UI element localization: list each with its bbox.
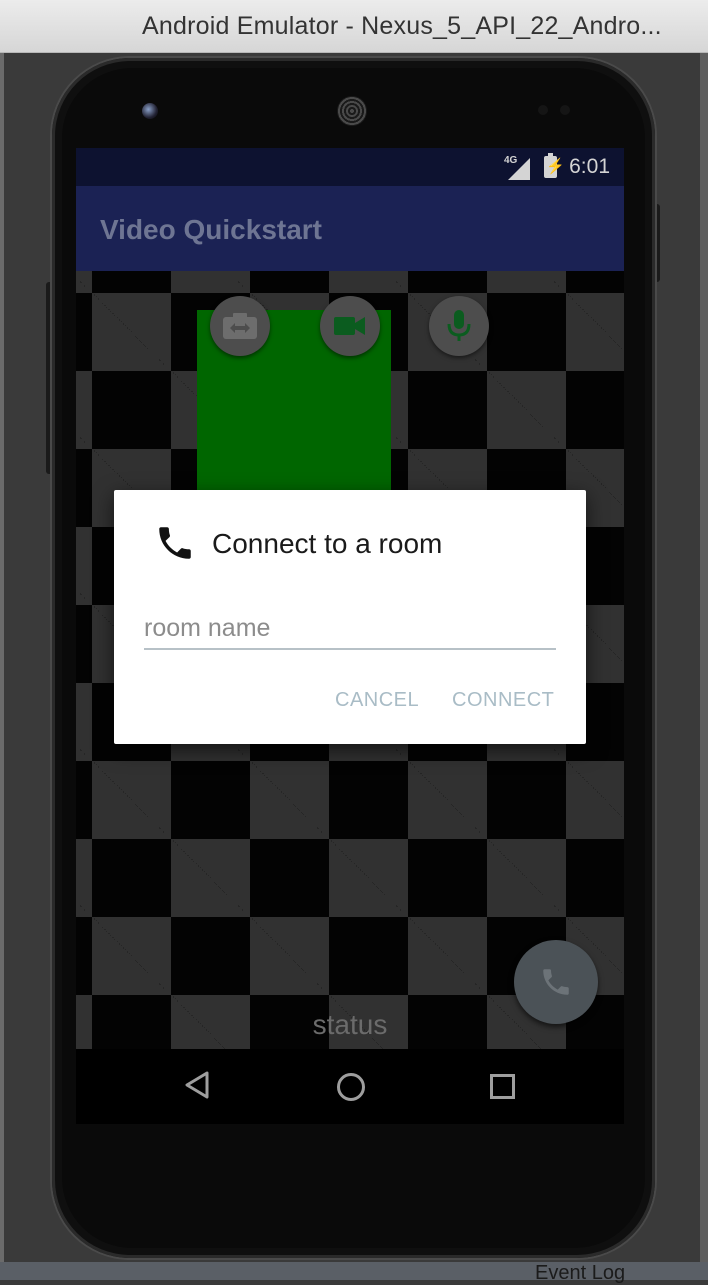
front-camera-lens bbox=[142, 103, 158, 119]
android-nav-bar bbox=[76, 1049, 624, 1124]
connect-button[interactable]: CONNECT bbox=[452, 689, 554, 712]
recent-apps-icon[interactable] bbox=[490, 1074, 515, 1099]
event-log-label[interactable]: Event Log bbox=[535, 1262, 625, 1285]
ide-right-edge bbox=[700, 53, 708, 1280]
switch-camera-button[interactable] bbox=[210, 296, 270, 356]
home-icon[interactable] bbox=[337, 1073, 365, 1101]
ide-left-edge bbox=[0, 53, 4, 1280]
call-action-button[interactable] bbox=[514, 940, 598, 1024]
emulator-title-bar: Android Emulator - Nexus_5_API_22_Andro.… bbox=[0, 0, 708, 53]
cancel-button[interactable]: CANCEL bbox=[335, 689, 419, 712]
connect-dialog: Connect to a room CANCEL CONNECT bbox=[114, 490, 586, 744]
mic-icon bbox=[447, 310, 471, 341]
room-name-input[interactable] bbox=[144, 608, 556, 650]
phone-icon bbox=[159, 527, 191, 559]
local-video-toggle-button[interactable] bbox=[320, 296, 380, 356]
emulator-window-title: Android Emulator - Nexus_5_API_22_Andro.… bbox=[142, 12, 662, 40]
charging-bolt-icon: ⚡ bbox=[546, 158, 565, 175]
switch-camera-icon bbox=[223, 313, 257, 339]
videocam-icon bbox=[334, 317, 365, 335]
signal-icon bbox=[508, 158, 530, 180]
proximity-sensor bbox=[538, 105, 548, 115]
dialog-title: Connect to a room bbox=[212, 528, 443, 559]
app-toolbar: Video Quickstart bbox=[76, 186, 624, 271]
mute-button[interactable] bbox=[429, 296, 489, 356]
back-icon[interactable] bbox=[184, 1071, 210, 1099]
app-title: Video Quickstart bbox=[100, 214, 323, 245]
earpiece-speaker bbox=[337, 96, 367, 126]
call-icon bbox=[543, 969, 569, 995]
android-status-bar: 4G ⚡ 6:01 bbox=[76, 148, 624, 186]
ide-bottom-strip: Event Log bbox=[0, 1262, 708, 1284]
status-time: 6:01 bbox=[569, 155, 610, 178]
light-sensor bbox=[560, 105, 570, 115]
